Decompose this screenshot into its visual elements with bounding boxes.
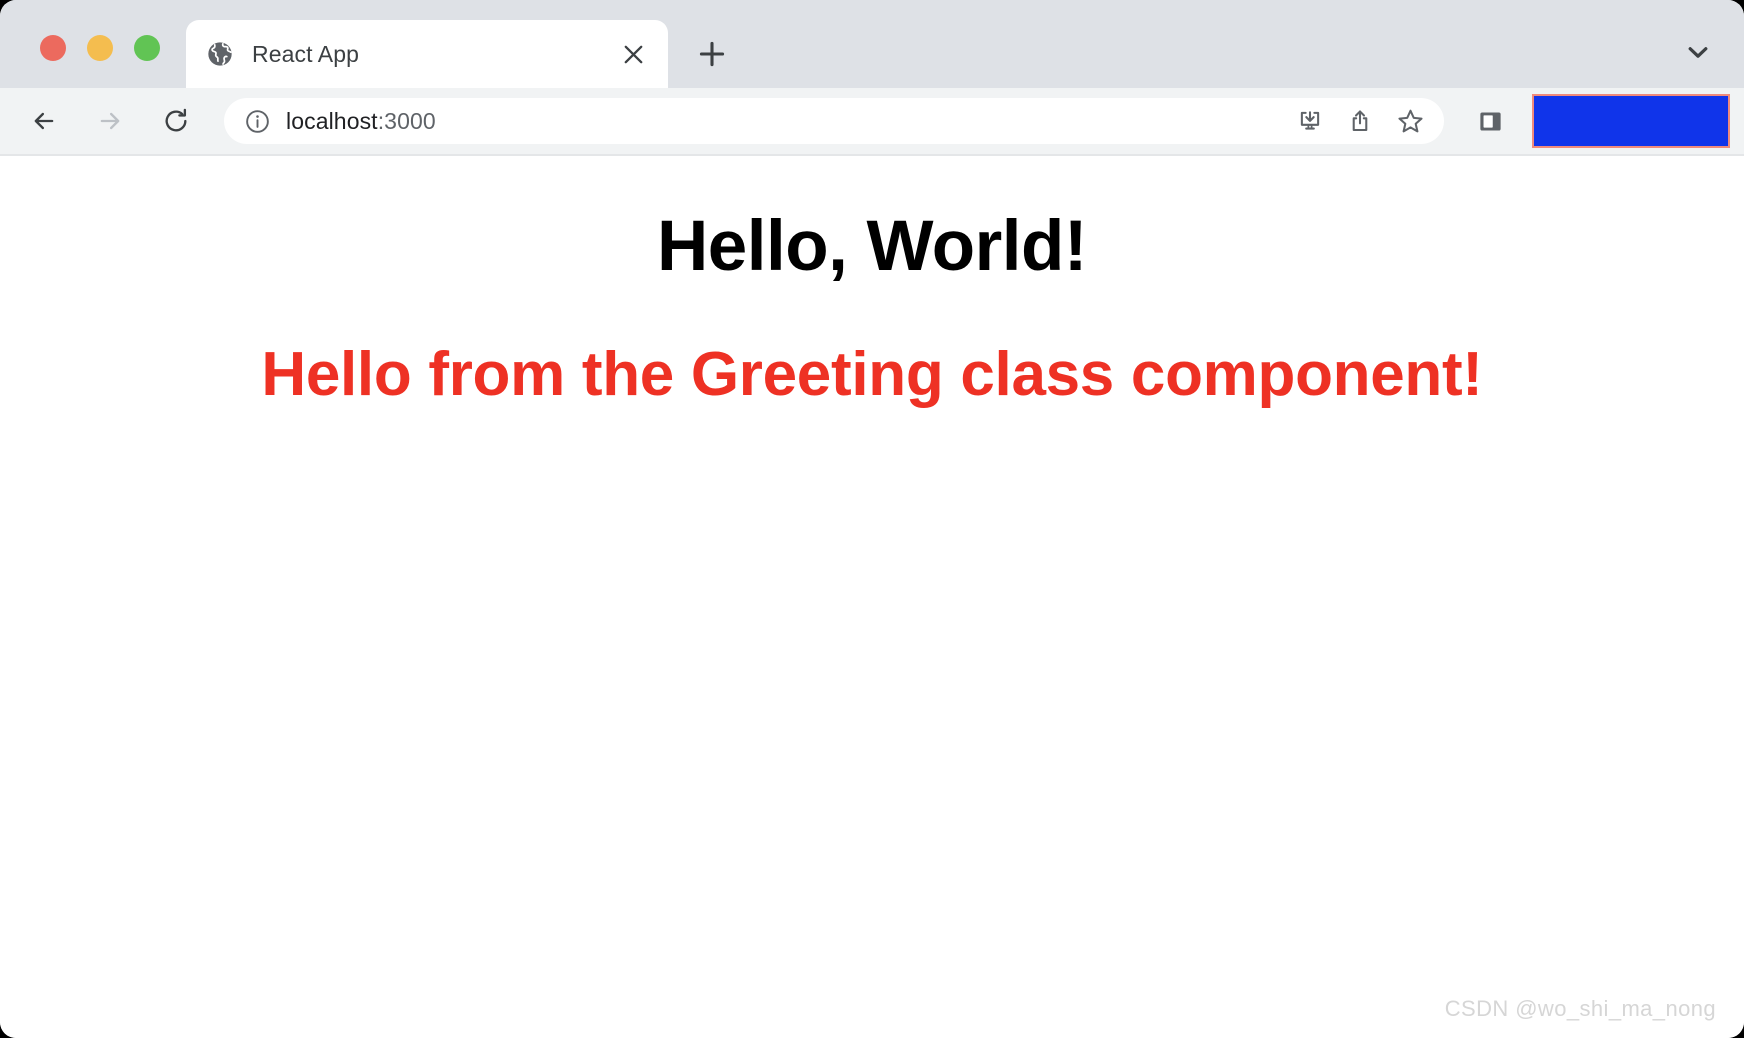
new-tab-button[interactable]: [690, 32, 734, 76]
globe-icon: [206, 40, 234, 68]
url-port: :3000: [377, 107, 436, 134]
reload-button[interactable]: [152, 97, 200, 145]
page-title: Hello, World!: [656, 207, 1088, 286]
forward-button[interactable]: [86, 97, 134, 145]
back-button[interactable]: [20, 97, 68, 145]
page-content: Hello, World! Hello from the Greeting cl…: [0, 156, 1744, 1038]
window-controls: [40, 35, 160, 61]
browser-toolbar: localhost:3000: [0, 88, 1744, 156]
profile-avatar-redaction[interactable]: [1532, 94, 1730, 148]
window-zoom-button[interactable]: [134, 35, 160, 61]
window-minimize-button[interactable]: [87, 35, 113, 61]
tab-title: React App: [252, 40, 360, 67]
url-text: localhost:3000: [286, 108, 1288, 135]
window-close-button[interactable]: [40, 35, 66, 61]
url-host: localhost: [286, 107, 378, 134]
reload-icon: [165, 108, 187, 132]
tab-search-button[interactable]: [1674, 28, 1722, 76]
info-circle-icon[interactable]: [242, 106, 272, 136]
bookmark-star-icon[interactable]: [1388, 99, 1432, 143]
omnibox-actions: [1288, 99, 1436, 143]
close-icon[interactable]: [616, 37, 650, 71]
share-icon[interactable]: [1338, 99, 1382, 143]
browser-tab-react-app[interactable]: React App: [186, 20, 668, 88]
arrow-right-icon: [100, 112, 120, 130]
install-app-icon[interactable]: [1288, 99, 1332, 143]
chevron-down-icon: [1688, 47, 1708, 58]
address-bar[interactable]: localhost:3000: [224, 98, 1444, 144]
arrow-left-icon: [34, 112, 54, 130]
side-panel-button[interactable]: [1466, 97, 1514, 145]
greeting-message: Hello from the Greeting class component!: [261, 340, 1483, 409]
tab-strip: React App: [0, 0, 1744, 88]
browser-window: React App localhost:3000 Hello, World! H…: [0, 0, 1744, 1038]
plus-icon: [699, 41, 725, 67]
side-panel-icon: [1479, 112, 1501, 130]
csdn-watermark: CSDN @wo_shi_ma_nong: [1444, 996, 1716, 1021]
